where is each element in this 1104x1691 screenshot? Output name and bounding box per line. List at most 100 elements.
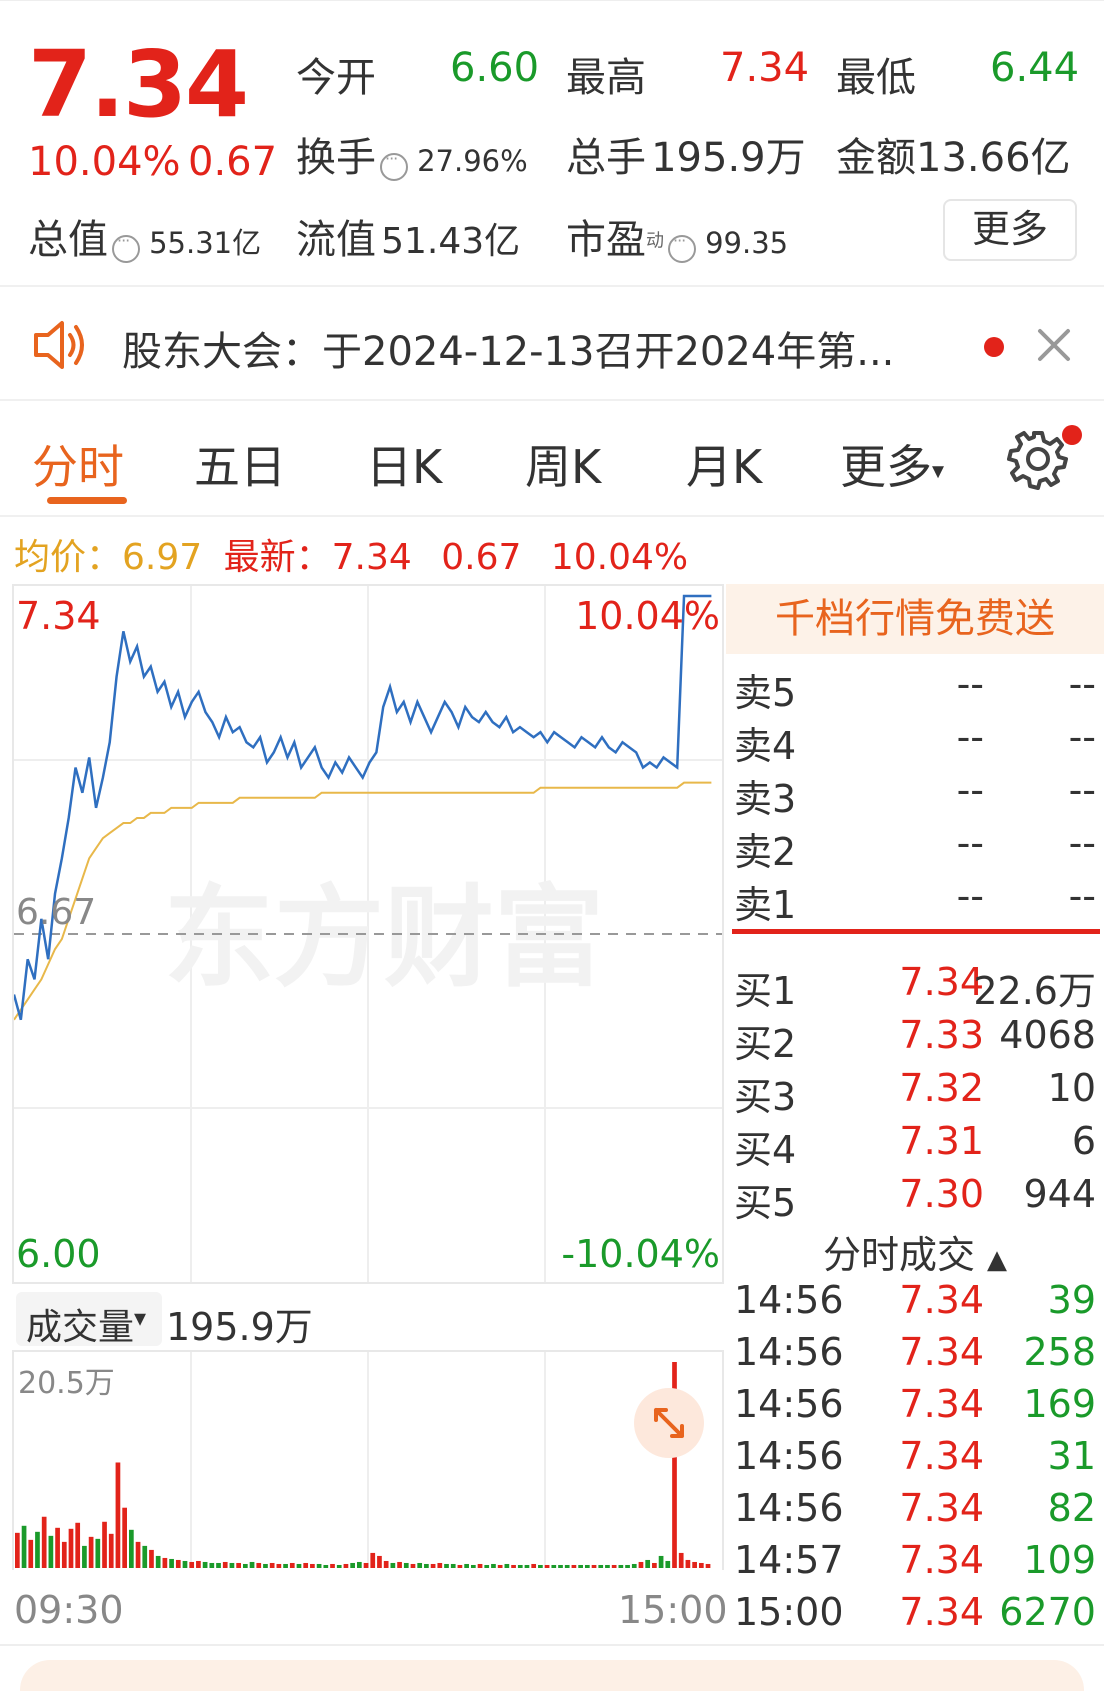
speaker-icon [34, 321, 84, 369]
mktcap-group[interactable]: 总值 55.31亿 [28, 207, 261, 265]
trade-volume: 258 [1023, 1330, 1096, 1374]
trade-time: 14:56 [734, 1278, 844, 1322]
more-button[interactable]: 更多 [943, 199, 1077, 261]
amount-label: 金额 [836, 135, 916, 181]
change-amount: 0.67 [188, 139, 278, 185]
volume-bar [538, 1564, 543, 1568]
turnover-label: 换手 [296, 135, 376, 181]
trade-price: 7.34 [899, 1486, 984, 1530]
avg-value: 6.97 [122, 537, 203, 578]
info-icon[interactable] [380, 149, 408, 181]
bid-price: 7.32 [899, 1066, 984, 1110]
volume-bar [28, 1539, 34, 1568]
volume-bar [242, 1563, 248, 1568]
level2-promo-banner[interactable]: 千档行情免费送 [726, 584, 1104, 654]
fullscreen-button[interactable] [634, 1388, 704, 1458]
bid-price: 7.31 [899, 1119, 984, 1163]
volume-bar [128, 1529, 134, 1568]
volume-bar [135, 1541, 141, 1568]
volume-bar [343, 1563, 349, 1568]
price-summary-row: 均价：6.97 最新：7.34 0.67 10.04% [14, 528, 688, 580]
close-icon[interactable] [1036, 327, 1072, 363]
info-icon[interactable] [668, 231, 696, 263]
latest-value: 7.34 [331, 537, 412, 578]
volume-bar [21, 1525, 27, 1568]
tab-intraday[interactable]: 分时 [32, 431, 124, 497]
volume-bar [48, 1535, 54, 1568]
low-label: 最低 [836, 55, 916, 101]
volume-bar [189, 1561, 195, 1568]
tab-weekly-k[interactable]: 周K [525, 431, 601, 497]
volume-bar [82, 1545, 87, 1568]
volume-indicator-select[interactable]: 成交量 ▾ [16, 1292, 162, 1348]
ask-volume: -- [1068, 768, 1096, 812]
trade-row: 14:56 7.34 169 [726, 1382, 1100, 1434]
tab-daily-k[interactable]: 日K [366, 431, 442, 497]
volume-bar [236, 1562, 241, 1568]
notice-bar[interactable]: 股东大会：于2024-12-13召开2024年第... [0, 285, 1104, 401]
volume-bar [269, 1562, 275, 1568]
trade-volume: 31 [1047, 1434, 1096, 1478]
ask-row: 卖3 -- -- [726, 768, 1100, 821]
notice-text[interactable]: 股东大会：于2024-12-13召开2024年第... [122, 319, 942, 377]
volume-chart[interactable]: 20.5万 [12, 1350, 724, 1570]
bottom-action-bar[interactable] [20, 1660, 1084, 1691]
bid-volume: 22.6万 [973, 969, 1096, 1013]
trade-time: 14:56 [734, 1330, 844, 1374]
volume-bar [370, 1552, 376, 1568]
volume-bar [182, 1560, 188, 1568]
volume-bar [209, 1562, 215, 1568]
trade-price: 7.34 [899, 1278, 984, 1322]
open-label: 今开 [296, 55, 376, 101]
trade-row: 14:56 7.34 39 [726, 1278, 1100, 1330]
trade-row: 14:56 7.34 82 [726, 1486, 1100, 1538]
volume-bar [605, 1564, 610, 1568]
volume-bar [564, 1564, 570, 1568]
volume-bar [450, 1563, 456, 1568]
bid-level-label: 买5 [734, 1181, 797, 1225]
intraday-price-chart[interactable]: 东方财富 7.34 10.04% 6.67 6.00 -10.04% [12, 584, 724, 1284]
turnover-group[interactable]: 换手 27.96% [296, 125, 528, 183]
ask-row: 卖5 -- -- [726, 662, 1100, 715]
price-chart-svg: 东方财富 [14, 586, 722, 1282]
volume-bar [330, 1563, 335, 1568]
chart-tabs: 分时 五日 日K 周K 月K 更多▾ [0, 401, 1104, 517]
float-label: 流值 [296, 217, 376, 263]
volume-bar [544, 1564, 550, 1568]
volume-bar [196, 1560, 201, 1568]
volume-bar [15, 1532, 20, 1568]
settings-gear-icon[interactable] [1006, 427, 1070, 491]
volume-bar [531, 1563, 537, 1568]
pe-group[interactable]: 市盈动 99.35 [566, 207, 788, 265]
volume-bar [665, 1560, 671, 1568]
time-start-label: 09:30 [14, 1588, 124, 1632]
volume-bar [102, 1521, 107, 1568]
volume-bar [75, 1522, 81, 1568]
volume-bar [155, 1555, 161, 1568]
tab-monthly-k[interactable]: 月K [686, 431, 762, 497]
ask-level-label: 卖3 [734, 777, 797, 821]
ask-price: -- [956, 874, 984, 918]
ask-volume: -- [1068, 874, 1096, 918]
trades-header[interactable]: 分时成交 ▲ [726, 1224, 1104, 1279]
change-percent: 10.04% [28, 139, 181, 185]
ask-level-label: 卖4 [734, 724, 797, 768]
pe-label: 市盈 [566, 217, 646, 263]
volume-group: 总手 195.9万 [566, 125, 806, 183]
volume-value: 195.9万 [651, 135, 806, 181]
volume-bar [504, 1563, 510, 1568]
volume-bar [149, 1549, 154, 1568]
tab-more[interactable]: 更多▾ [840, 431, 944, 497]
volume-bar [558, 1564, 563, 1568]
volume-bar [356, 1561, 362, 1568]
trade-volume: 39 [1047, 1278, 1096, 1322]
tab-five-day[interactable]: 五日 [194, 431, 286, 497]
pct-max-label: 10.04% [575, 594, 720, 638]
avg-label: 均价： [14, 537, 123, 578]
trade-volume: 169 [1023, 1382, 1096, 1426]
bid-row: 买2 7.33 4068 [726, 1013, 1100, 1066]
volume-bar [169, 1558, 174, 1568]
volume-bar [678, 1552, 684, 1568]
info-icon[interactable] [112, 231, 140, 263]
trade-price: 7.34 [899, 1434, 984, 1478]
